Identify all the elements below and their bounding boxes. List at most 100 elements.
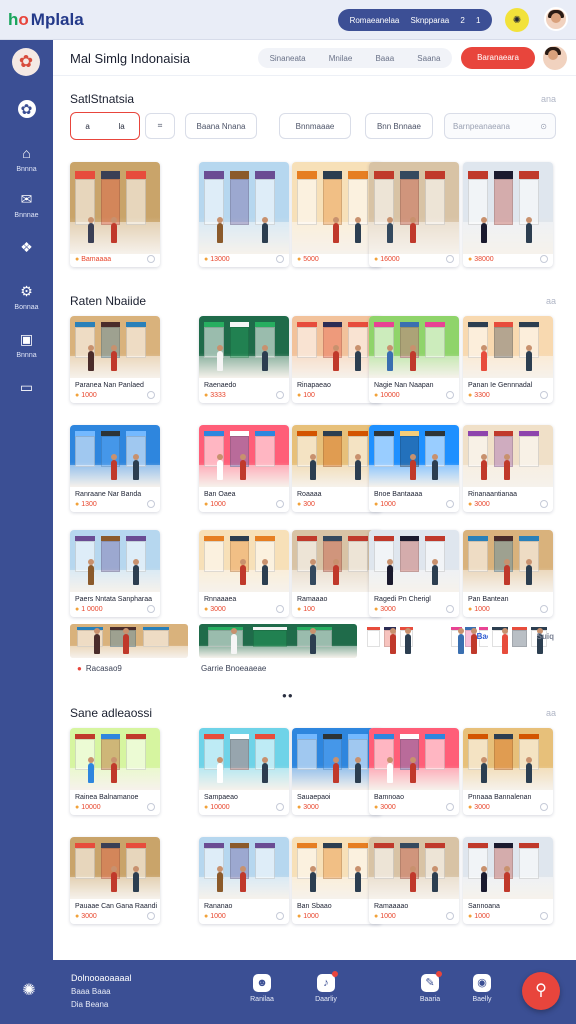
favorite-icon[interactable]: [147, 391, 155, 399]
bottom-nav-chat[interactable]: ☻ Ranilaa: [236, 974, 288, 1003]
sidebar-item-screen[interactable]: ▭: [0, 378, 53, 400]
product-card[interactable]: Bamnoao ● 3000: [369, 728, 459, 815]
section1-more-link[interactable]: ana: [541, 94, 556, 104]
sidebar-item-featured[interactable]: ✿: [0, 100, 53, 122]
header-tab[interactable]: Sinaneata: [270, 54, 306, 63]
favorite-icon[interactable]: [276, 912, 284, 920]
favorite-icon[interactable]: [276, 391, 284, 399]
view-toggle-option[interactable]: a: [85, 122, 89, 131]
promo-thumbnail[interactable]: Suiq: [488, 624, 558, 658]
product-card[interactable]: Paers Nntata Sanpharaa ● 1 0000: [70, 530, 160, 617]
view-toggle[interactable]: a la: [70, 112, 140, 140]
favorite-icon[interactable]: [540, 605, 548, 613]
header-tab[interactable]: Baaa: [375, 54, 394, 63]
product-card[interactable]: ● 38000: [463, 162, 553, 267]
favorite-icon[interactable]: [446, 255, 454, 263]
favorite-icon[interactable]: [540, 391, 548, 399]
favorite-icon[interactable]: [276, 255, 284, 263]
top-nav-pill[interactable]: Romaeanelaa Sknpparaa 2 1: [338, 9, 492, 31]
top-nav-item[interactable]: 1: [476, 16, 480, 25]
favorite-icon[interactable]: [147, 803, 155, 811]
bottom-nav-notifications[interactable]: ♪ Daarliy: [300, 971, 352, 1003]
sidebar-item-mail[interactable]: ✉ Bnnnae: [0, 190, 53, 219]
section3-title: Sane adleaossi: [70, 706, 153, 720]
product-card[interactable]: Rainea Balnamanoe ● 10000: [70, 728, 160, 815]
favorite-icon[interactable]: [540, 912, 548, 920]
product-card[interactable]: Sampaeao ● 10000: [199, 728, 289, 815]
product-card[interactable]: Raenaedo ● 3333: [199, 316, 289, 403]
footer-line: Baaa Baaa: [71, 987, 111, 996]
filter-button[interactable]: Baana Nnana: [185, 113, 257, 139]
product-card[interactable]: ● 16000: [369, 162, 459, 267]
header-cta-button[interactable]: Baranaeara: [461, 47, 535, 69]
top-nav-item[interactable]: 2: [460, 16, 464, 25]
favorite-icon[interactable]: [446, 912, 454, 920]
favorite-icon[interactable]: [276, 605, 284, 613]
favorite-icon[interactable]: [147, 255, 155, 263]
product-card[interactable]: Nagie Nan Naapan ● 10000: [369, 316, 459, 403]
sidebar-item-store[interactable]: ▣ Bnnna: [0, 330, 53, 359]
product-card[interactable]: Bnoe Bantaaaa ● 1000: [369, 425, 459, 512]
product-card[interactable]: ● 13000: [199, 162, 289, 267]
product-price-row: ● 3000: [199, 604, 289, 617]
filter-button[interactable]: Bnn Bnnaae: [365, 113, 433, 139]
product-card[interactable]: Ragedi Pn Cherigl ● 3000: [369, 530, 459, 617]
header-tab[interactable]: Mnilae: [329, 54, 353, 63]
product-name: Rainea Balnamanoe: [75, 794, 139, 801]
product-card[interactable]: Ranraane Nar Banda ● 1300: [70, 425, 160, 512]
top-nav-item[interactable]: Romaeanelaa: [350, 16, 400, 25]
header-avatar[interactable]: [543, 46, 567, 70]
favorite-icon[interactable]: [446, 803, 454, 811]
product-card[interactable]: Pnnaaa Bannalenan ● 3000: [463, 728, 553, 815]
favorite-icon[interactable]: [147, 500, 155, 508]
user-avatar[interactable]: [544, 7, 568, 31]
shop-photo: [70, 316, 160, 378]
product-card[interactable]: Rinanaantianaa ● 3000: [463, 425, 553, 512]
favorite-icon[interactable]: [446, 391, 454, 399]
sidebar-item-gift[interactable]: ❖: [0, 238, 53, 260]
sidebar-item-home[interactable]: ⌂ Bnnna: [0, 144, 53, 173]
product-card[interactable]: Rnnaaaea ● 3000: [199, 530, 289, 617]
search-input[interactable]: Barnpeanaeana ⊙: [444, 113, 556, 139]
product-card[interactable]: ● Bamaaaa: [70, 162, 160, 267]
section2-more-link[interactable]: aa: [546, 296, 556, 306]
favorite-icon[interactable]: [276, 500, 284, 508]
search-fab-button[interactable]: ⚲: [522, 972, 560, 1010]
product-card[interactable]: Sannoana ● 1000: [463, 837, 553, 924]
favorite-icon[interactable]: [540, 803, 548, 811]
section2-title: Raten Nbaiide: [70, 294, 147, 308]
product-card[interactable]: Pan Bantean ● 1000: [463, 530, 553, 617]
brand-flower-icon[interactable]: ✿: [12, 48, 40, 76]
sparkle-icon[interactable]: ✺: [505, 8, 529, 32]
product-card[interactable]: Ramaaaao ● 1000: [369, 837, 459, 924]
favorite-icon[interactable]: [276, 803, 284, 811]
product-card[interactable]: Ban Oaea ● 1000: [199, 425, 289, 512]
dots-logo-icon[interactable]: ✺: [18, 980, 40, 1002]
favorite-icon[interactable]: [446, 605, 454, 613]
product-card[interactable]: Rananao ● 1000: [199, 837, 289, 924]
filter-icon-button[interactable]: ⌗: [145, 113, 175, 139]
header-tab[interactable]: Saana: [417, 54, 440, 63]
bottom-nav-profile[interactable]: ◉ Baelly: [456, 974, 508, 1003]
section3-more-link[interactable]: aa: [546, 708, 556, 718]
top-nav-item[interactable]: Sknpparaa: [411, 16, 450, 25]
shop-photo: [199, 837, 289, 899]
favorite-icon[interactable]: [446, 500, 454, 508]
view-toggle-option[interactable]: la: [118, 122, 124, 131]
promo-thumbnail[interactable]: [70, 624, 188, 658]
filter-button[interactable]: Bnnmaaae: [279, 113, 351, 139]
favorite-icon[interactable]: [147, 605, 155, 613]
product-card[interactable]: Panan Ie Gennnadal ● 3300: [463, 316, 553, 403]
promo-thumbnail[interactable]: [199, 624, 357, 658]
favorite-icon[interactable]: [540, 500, 548, 508]
product-price-row: ● 3333: [199, 390, 289, 403]
bottom-nav-cart[interactable]: ✎ Baaria: [404, 971, 456, 1003]
promo-thumbnail[interactable]: [364, 624, 422, 658]
carousel-dots[interactable]: ●●: [282, 691, 294, 700]
favorite-icon[interactable]: [540, 255, 548, 263]
product-card[interactable]: Pauaae Can Gana Raandi ● 3000: [70, 837, 160, 924]
app-logo[interactable]: ho Mplala: [8, 10, 84, 30]
product-card[interactable]: Paranea Nan Panlaed ● 1000: [70, 316, 160, 403]
favorite-icon[interactable]: [147, 912, 155, 920]
sidebar-item-settings[interactable]: ⚙ Bonnaa: [0, 282, 53, 311]
